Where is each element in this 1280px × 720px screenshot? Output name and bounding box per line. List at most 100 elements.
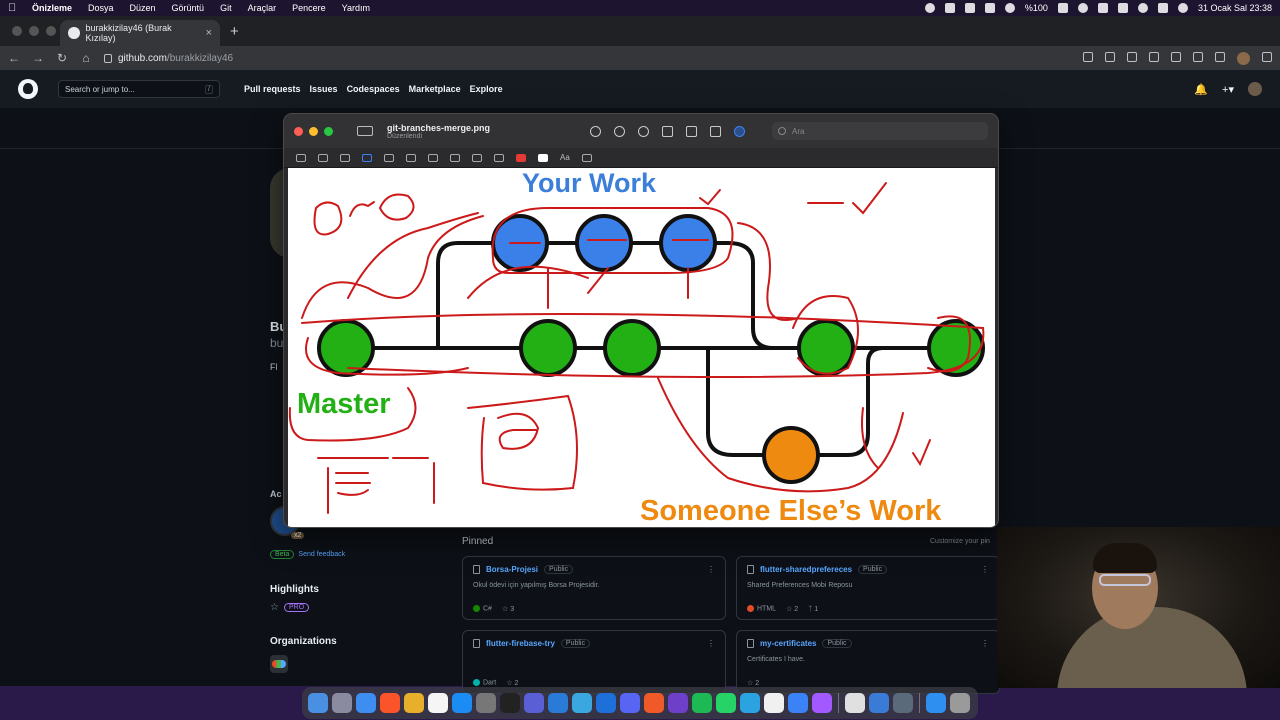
vscode-icon[interactable] <box>548 693 568 713</box>
highlight-icon[interactable] <box>686 125 697 137</box>
zoom-window-button[interactable] <box>46 26 56 36</box>
organization-avatar[interactable] <box>270 655 288 673</box>
teams-icon[interactable] <box>524 693 544 713</box>
menu-app-name[interactable]: Önizleme <box>32 3 72 13</box>
recent-app-icon[interactable] <box>869 693 889 713</box>
forward-button[interactable]: → <box>32 51 44 65</box>
shape-style-icon[interactable] <box>494 153 504 162</box>
telegram-icon[interactable] <box>740 693 760 713</box>
lock-icon[interactable] <box>104 53 112 63</box>
text-icon[interactable] <box>406 153 416 162</box>
new-tab-button[interactable]: + <box>230 23 239 40</box>
notion-icon[interactable] <box>764 693 784 713</box>
trash-icon[interactable] <box>950 693 970 713</box>
app-store-icon[interactable] <box>452 693 472 713</box>
extension-icon[interactable] <box>1171 51 1181 62</box>
selection-tool-icon[interactable] <box>296 153 306 162</box>
menu-yardim[interactable]: Yardım <box>342 3 370 13</box>
sidebar-toggle-icon[interactable] <box>357 126 373 136</box>
pinned-repo-card[interactable]: Borsa-Projesi Public ⋮ Okul ödevi için y… <box>462 556 726 620</box>
downloads-folder-icon[interactable] <box>926 693 946 713</box>
finder-icon[interactable] <box>308 693 328 713</box>
menu-pencere[interactable]: Pencere <box>292 3 326 13</box>
shapes-icon[interactable] <box>384 153 394 162</box>
fill-color-icon[interactable] <box>538 153 548 162</box>
control-icon[interactable] <box>1117 3 1128 13</box>
drag-handle-icon[interactable]: ⋮ <box>981 565 989 574</box>
play-icon[interactable] <box>1077 3 1088 13</box>
close-window-button[interactable] <box>12 26 22 36</box>
mail-icon[interactable] <box>788 693 808 713</box>
whatsapp-icon[interactable] <box>716 693 736 713</box>
border-color-icon[interactable] <box>516 153 526 162</box>
repo-forks[interactable]: ᛉ 1 <box>808 606 818 613</box>
draw-icon[interactable] <box>362 153 372 162</box>
chrome-menu-icon[interactable] <box>1262 51 1272 62</box>
zoom-icon[interactable] <box>1105 51 1115 62</box>
chrome-icon[interactable] <box>404 693 424 713</box>
notification-bell-icon[interactable]: 🔔 <box>1194 83 1208 96</box>
github-logo-icon[interactable] <box>18 79 38 99</box>
minimize-window-button[interactable] <box>29 26 39 36</box>
system-settings-icon[interactable] <box>476 693 496 713</box>
preview-search-input[interactable]: Ara <box>772 122 988 140</box>
share-icon[interactable] <box>662 125 673 137</box>
create-new-icon[interactable]: +▾ <box>1222 83 1234 96</box>
tab-close-icon[interactable]: × <box>206 27 212 39</box>
android-studio-icon[interactable] <box>572 693 592 713</box>
discord-icon[interactable] <box>620 693 640 713</box>
sketch-icon[interactable] <box>340 153 350 162</box>
headphones-icon[interactable] <box>1004 3 1015 13</box>
preview-app-icon[interactable] <box>845 693 865 713</box>
launchpad-icon[interactable] <box>332 693 352 713</box>
repo-name[interactable]: flutter-firebase-try <box>486 639 555 648</box>
rotate-icon[interactable] <box>710 125 721 137</box>
user-avatar[interactable] <box>1248 82 1262 96</box>
markup-icon[interactable] <box>734 125 745 137</box>
pinned-repo-card[interactable]: flutter-sharedprefereces Public ⋮ Shared… <box>736 556 1000 620</box>
adjust-size-icon[interactable] <box>472 153 482 162</box>
figma-icon[interactable] <box>812 693 832 713</box>
safari-icon[interactable] <box>356 693 376 713</box>
terminal-icon[interactable] <box>500 693 520 713</box>
repo-name[interactable]: my-certificates <box>760 639 816 648</box>
side-panel-icon[interactable] <box>1215 51 1225 62</box>
brave-icon[interactable] <box>380 693 400 713</box>
menu-duzen[interactable]: Düzen <box>130 3 156 13</box>
home-button[interactable]: ⌂ <box>80 51 92 65</box>
nav-marketplace[interactable]: Marketplace <box>409 84 461 94</box>
battery-icon[interactable] <box>1057 3 1068 13</box>
pinned-repo-card[interactable]: my-certificates Public ⋮ Certificates I … <box>736 630 1000 694</box>
nav-explore[interactable]: Explore <box>470 84 503 94</box>
send-feedback-link[interactable]: Send feedback <box>298 551 345 558</box>
zoom-in-icon[interactable] <box>638 125 649 137</box>
wifi-icon[interactable] <box>1097 3 1108 13</box>
repo-stars[interactable]: ☆ 3 <box>502 605 514 613</box>
spotify-icon[interactable] <box>692 693 712 713</box>
drag-handle-icon[interactable]: ⋮ <box>707 639 715 648</box>
customize-pins-link[interactable]: Customize your pin <box>930 538 990 545</box>
instant-alpha-icon[interactable] <box>318 153 328 162</box>
github-desktop-icon[interactable] <box>668 693 688 713</box>
share-icon[interactable] <box>1127 51 1137 62</box>
preview-zoom-button[interactable] <box>324 126 333 136</box>
nav-codespaces[interactable]: Codespaces <box>347 84 400 94</box>
repo-stars[interactable]: ☆ 2 <box>747 679 759 687</box>
keyboard-icon[interactable] <box>964 3 975 13</box>
menu-git[interactable]: Git <box>220 3 232 13</box>
xcode-icon[interactable] <box>596 693 616 713</box>
sidebar-status-icon[interactable] <box>944 3 955 13</box>
siri-icon[interactable] <box>1177 3 1188 13</box>
github-search-input[interactable]: Search or jump to... / <box>58 80 220 98</box>
menu-clock[interactable]: 31 Ocak Sal 23:38 <box>1198 3 1272 13</box>
image-canvas[interactable]: Your Work Master Someone Else’s Work <box>288 168 995 527</box>
bookmark-star-icon[interactable] <box>1149 51 1159 62</box>
nav-pull-requests[interactable]: Pull requests <box>244 84 301 94</box>
nav-issues[interactable]: Issues <box>310 84 338 94</box>
profile-avatar[interactable] <box>1237 51 1250 65</box>
url-field[interactable]: github.com/burakkizilay46 <box>104 53 1071 64</box>
adjust-color-icon[interactable] <box>450 153 460 162</box>
repo-stars[interactable]: ☆ 2 <box>786 605 798 613</box>
preview-minimize-button[interactable] <box>309 126 318 136</box>
browser-tab[interactable]: burakkizilay46 (Burak Kızılay) × <box>60 20 220 46</box>
